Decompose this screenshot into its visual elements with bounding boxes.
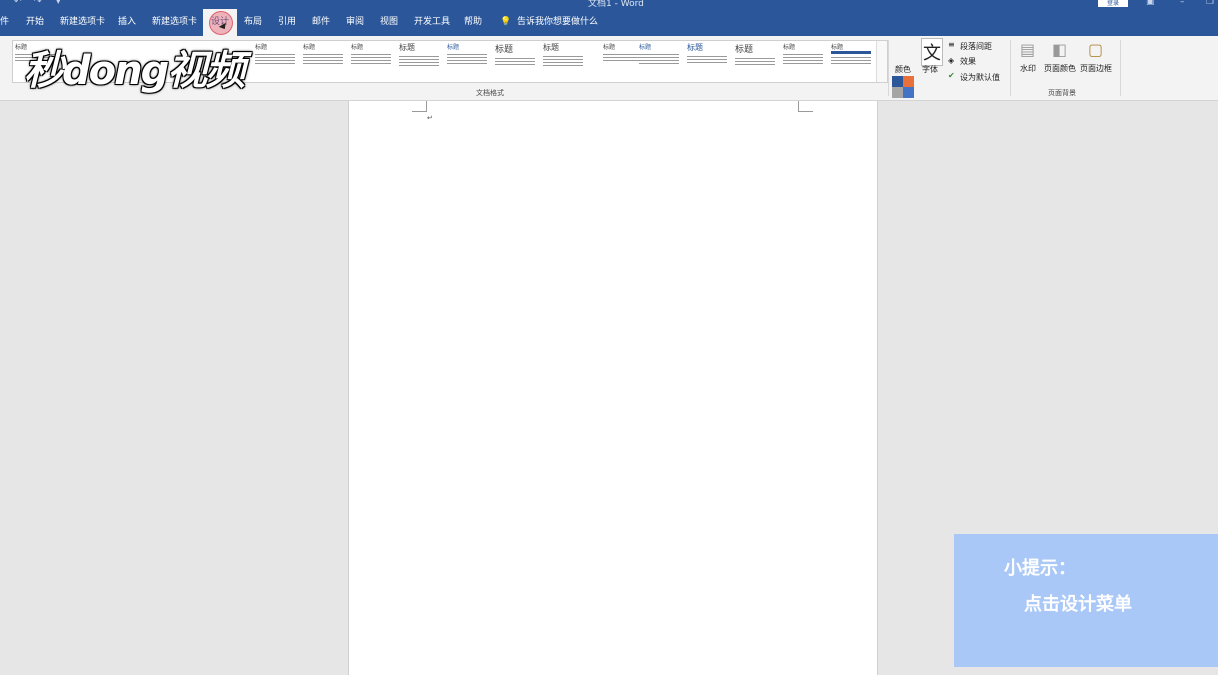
- tab-review[interactable]: 审阅: [346, 9, 364, 36]
- group-label-doc-format: 文档格式: [476, 89, 504, 97]
- style-thumb[interactable]: 标题: [447, 42, 493, 80]
- lightbulb-icon[interactable]: 💡: [500, 9, 511, 36]
- title-bar: ↶ ↷ ▾ 文档1 - Word 登录 ▣ – ❐: [0, 0, 1218, 9]
- style-thumb[interactable]: 标题: [687, 42, 733, 80]
- gallery-scroll[interactable]: [876, 41, 887, 82]
- page-color-button[interactable]: 页面颜色: [1044, 63, 1076, 74]
- tab-new-1[interactable]: 新建选项卡: [60, 9, 105, 36]
- page-border-button[interactable]: 页面边框: [1080, 63, 1112, 74]
- fonts-button[interactable]: 字体: [922, 64, 938, 75]
- group-separator: [888, 40, 889, 96]
- colors-icon[interactable]: [892, 76, 914, 98]
- checkmark-icon: ✔: [948, 71, 955, 80]
- document-page[interactable]: [348, 101, 878, 675]
- style-thumb[interactable]: 标题: [783, 42, 829, 80]
- style-thumb[interactable]: 标题: [303, 42, 349, 80]
- watermark-button[interactable]: 水印: [1020, 63, 1036, 74]
- ribbon-display-icon[interactable]: ▣: [1146, 0, 1155, 7]
- tip-text: 点击设计菜单: [1024, 594, 1132, 615]
- tab-help[interactable]: 帮助: [464, 9, 482, 36]
- tab-mailings[interactable]: 邮件: [312, 9, 330, 36]
- tell-me-search[interactable]: 告诉我你想要做什么: [517, 9, 598, 36]
- paragraph-spacing-icon[interactable]: ≡: [948, 40, 955, 49]
- page-color-icon[interactable]: ◧: [1052, 40, 1067, 59]
- style-thumb[interactable]: 标题: [735, 42, 781, 80]
- video-logo: 秒dong视频: [24, 48, 245, 94]
- fonts-icon[interactable]: 文: [921, 38, 943, 66]
- crop-mark: [798, 101, 813, 112]
- minimize-icon[interactable]: –: [1180, 0, 1185, 7]
- tip-title: 小提示：: [1004, 558, 1076, 579]
- login-button[interactable]: 登录: [1098, 0, 1128, 7]
- ribbon-tab-bar: 件 开始 新建选项卡 插入 新建选项卡 设计 布局 引用 邮件 审阅 视图 开发…: [0, 9, 1218, 36]
- customize-qat-icon[interactable]: ▾: [56, 0, 61, 7]
- page-border-icon[interactable]: ▢: [1088, 40, 1103, 59]
- tab-new-2[interactable]: 新建选项卡: [152, 9, 197, 36]
- style-thumb[interactable]: 标题: [399, 42, 445, 80]
- paragraph-spacing-button[interactable]: 段落间距: [960, 41, 992, 52]
- watermark-icon[interactable]: ▤: [1020, 40, 1035, 59]
- tab-home[interactable]: 开始: [26, 9, 44, 36]
- style-thumb[interactable]: 标题: [495, 42, 541, 80]
- tab-file[interactable]: 件: [0, 9, 9, 36]
- style-thumb[interactable]: 标题: [831, 42, 877, 80]
- window-title: 文档1 - Word: [588, 0, 644, 9]
- tip-box: 小提示： 点击设计菜单: [954, 534, 1218, 667]
- tab-developer[interactable]: 开发工具: [414, 9, 450, 36]
- tab-references[interactable]: 引用: [278, 9, 296, 36]
- style-thumb[interactable]: 标题: [351, 42, 397, 80]
- redo-icon[interactable]: ↷: [34, 0, 42, 7]
- style-thumb[interactable]: 标题: [255, 42, 301, 80]
- style-thumb[interactable]: 标题: [639, 42, 685, 80]
- tab-view[interactable]: 视图: [380, 9, 398, 36]
- colors-button[interactable]: 颜色: [895, 64, 911, 75]
- style-thumb[interactable]: 标题: [543, 42, 589, 80]
- paragraph-mark: ↵: [427, 114, 433, 122]
- click-highlight: [209, 11, 233, 35]
- set-default-button[interactable]: 设为默认值: [960, 72, 1000, 83]
- tab-insert[interactable]: 插入: [118, 9, 136, 36]
- effects-icon[interactable]: ◈: [948, 56, 954, 65]
- group-separator: [1010, 40, 1011, 96]
- effects-button[interactable]: 效果: [960, 56, 976, 67]
- crop-mark: [412, 101, 427, 112]
- restore-icon[interactable]: ❐: [1206, 0, 1214, 7]
- undo-icon[interactable]: ↶: [14, 0, 22, 7]
- group-separator: [1120, 40, 1121, 96]
- group-label-page-background: 页面背景: [1048, 89, 1076, 97]
- tab-layout[interactable]: 布局: [244, 9, 262, 36]
